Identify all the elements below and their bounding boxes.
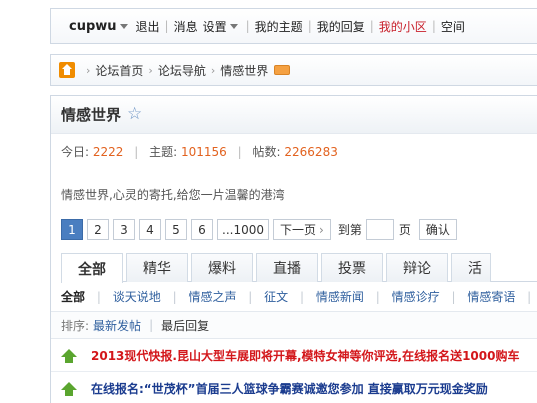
sort-last-reply[interactable]: 最后回复 — [161, 317, 209, 334]
separator: | — [451, 290, 456, 304]
separator: | — [172, 290, 177, 304]
next-page-label: 下一页 — [279, 223, 316, 237]
topics-count: 101156 — [181, 145, 227, 159]
forum-header: 情感世界 ☆ — [51, 96, 537, 134]
tab-all[interactable]: 全部 — [61, 253, 123, 283]
separator: | — [300, 290, 305, 304]
separator: | — [248, 290, 253, 304]
my-replies-link[interactable]: 我的回复 — [317, 18, 365, 35]
my-community-link[interactable]: 我的小区 — [379, 18, 427, 35]
settings-link[interactable]: 设置 — [203, 18, 227, 35]
posts-label: 帖数: — [252, 145, 281, 159]
separator: | — [149, 318, 154, 332]
pagination: 1 2 3 4 5 6 ...1000 下一页 › 到第 页 确认 — [61, 219, 461, 240]
messages-link[interactable]: 消息 — [174, 18, 198, 35]
tab-debate[interactable]: 辩论 — [386, 253, 448, 282]
tab-digest[interactable]: 精华 — [126, 253, 188, 282]
my-topics-link[interactable]: 我的主题 — [255, 18, 303, 35]
tab-poll[interactable]: 投票 — [321, 253, 383, 282]
breadcrumb-forum-home[interactable]: 论坛首页 — [95, 62, 143, 79]
page-unit-label: 页 — [398, 223, 411, 237]
page-button-3[interactable]: 3 — [113, 219, 135, 240]
thread-title[interactable]: 2013现代快报.昆山大型车展即将开幕,模特女神等你评选,在线报名送1000购车 — [91, 347, 519, 364]
breadcrumb: › 论坛首页 › 论坛导航 › 情感世界 — [50, 54, 537, 86]
category-emotion-message[interactable]: 情感寄语 — [467, 290, 515, 304]
rss-icon[interactable] — [274, 65, 291, 75]
separator: | — [375, 290, 380, 304]
next-page-button[interactable]: 下一页 › — [272, 219, 331, 240]
pinned-up-arrow-icon — [61, 348, 77, 363]
username-link[interactable]: cupwu — [69, 19, 117, 34]
thread-row: 2013现代快报.昆山大型车展即将开幕,模特女神等你评选,在线报名送1000购车 — [51, 340, 537, 372]
tab-breaking[interactable]: 爆料 — [191, 253, 253, 282]
home-icon[interactable] — [59, 62, 75, 78]
user-dropdown-caret-icon[interactable] — [119, 23, 128, 29]
page-button-2[interactable]: 2 — [87, 219, 109, 240]
separator: | — [369, 19, 374, 33]
stats-divider: | — [134, 145, 139, 159]
thread-type-tabs: 全部 精华 爆料 直播 投票 辩论 活 — [61, 253, 537, 283]
goto-label: 到第 — [337, 223, 362, 237]
confirm-button[interactable]: 确认 — [418, 219, 457, 240]
space-link[interactable]: 空间 — [441, 18, 465, 35]
chevron-right-icon: › — [319, 222, 324, 237]
separator: | — [96, 290, 101, 304]
category-emotion-voice[interactable]: 情感之声 — [188, 290, 236, 304]
breadcrumb-separator: › — [148, 63, 153, 77]
separator: | — [307, 19, 312, 33]
breadcrumb-separator: › — [210, 63, 216, 77]
separator: | — [245, 19, 250, 33]
separator: | — [431, 19, 436, 33]
forum-title: 情感世界 — [61, 106, 122, 124]
category-chat[interactable]: 谈天说地 — [113, 290, 161, 304]
category-subnav: 全部 | 谈天说地 | 情感之声 | 征文 | 情感新闻 | 情感诊疗 | 情感… — [61, 288, 537, 305]
thread-row: 在线报名:“世茂杯”首届三人篮球争霸赛诚邀您参加 直接赢取万元现金奖励 — [51, 373, 537, 403]
topics-label: 主题: — [149, 145, 178, 159]
tab-activity[interactable]: 活 — [451, 253, 491, 282]
page-button-last[interactable]: ...1000 — [217, 219, 269, 240]
breadcrumb-forum-nav[interactable]: 论坛导航 — [158, 62, 206, 79]
page-button-6[interactable]: 6 — [191, 219, 213, 240]
separator: | — [164, 19, 169, 33]
today-label: 今日: — [61, 145, 90, 159]
page-button-4[interactable]: 4 — [139, 219, 161, 240]
tab-live[interactable]: 直播 — [256, 253, 318, 282]
breadcrumb-separator: › — [86, 63, 91, 77]
page-number-input[interactable] — [365, 219, 394, 240]
pinned-up-arrow-icon — [61, 381, 77, 396]
page-button-1[interactable]: 1 — [61, 219, 83, 240]
category-all[interactable]: 全部 — [61, 290, 85, 304]
separator: | — [527, 290, 532, 304]
today-count: 2222 — [92, 145, 124, 159]
forum-stats: 今日: 2222 | 主题: 101156 | 帖数: 2266283 — [61, 143, 338, 160]
page-button-5[interactable]: 5 — [165, 219, 187, 240]
logout-link[interactable]: 退出 — [136, 18, 160, 35]
category-emotion-news[interactable]: 情感新闻 — [316, 290, 364, 304]
forum-panel: 情感世界 ☆ 今日: 2222 | 主题: 101156 | 帖数: 22662… — [50, 95, 537, 403]
breadcrumb-current-forum[interactable]: 情感世界 — [220, 62, 268, 79]
category-essay[interactable]: 征文 — [264, 290, 288, 304]
favorite-star-icon[interactable]: ☆ — [127, 106, 142, 123]
settings-dropdown-caret-icon[interactable] — [229, 23, 238, 29]
thread-title[interactable]: 在线报名:“世茂杯”首届三人篮球争霸赛诚邀您参加 直接赢取万元现金奖励 — [91, 380, 488, 397]
top-user-bar: cupwu 退出 | 消息 设置 | 我的主题 | 我的回复 | 我的小区 | … — [50, 8, 537, 44]
posts-count: 2266283 — [284, 145, 338, 159]
sort-newest-posts[interactable]: 最新发帖 — [93, 317, 141, 334]
sort-bar: 排序: 最新发帖 | 最后回复 — [51, 311, 537, 339]
stats-divider: | — [237, 145, 242, 159]
forum-description: 情感世界,心灵的寄托,给您一片温馨的港湾 — [61, 188, 285, 202]
sort-label: 排序: — [61, 318, 90, 333]
category-emotion-clinic[interactable]: 情感诊疗 — [392, 290, 440, 304]
